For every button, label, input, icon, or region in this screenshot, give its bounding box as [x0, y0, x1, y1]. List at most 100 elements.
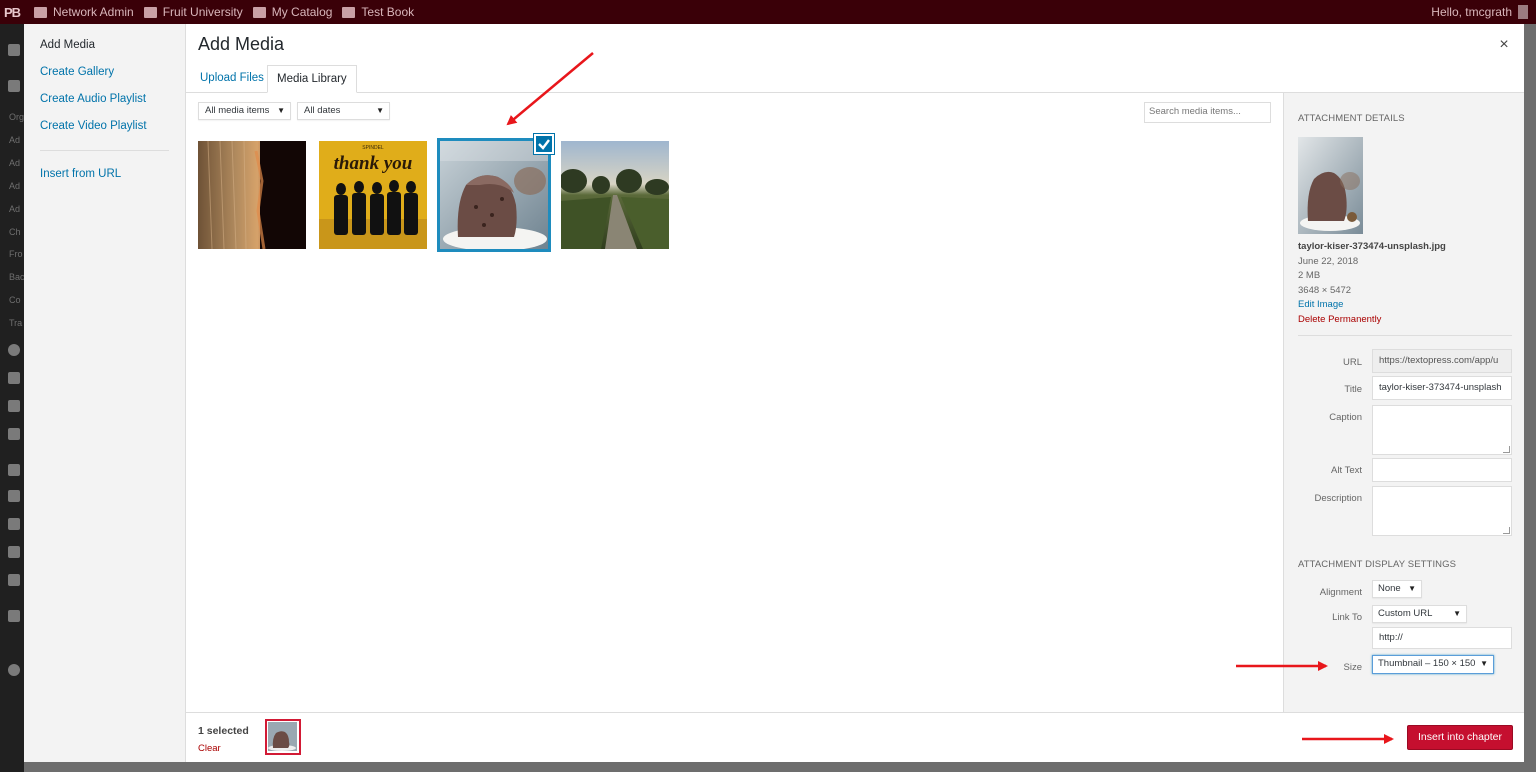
folder-icon: [252, 6, 266, 18]
menu-create-audio-playlist[interactable]: Create Audio Playlist: [24, 86, 185, 113]
wrench-icon[interactable]: [8, 546, 20, 558]
country-road-image: [561, 141, 669, 249]
admin-side-fragment: Bac: [9, 272, 25, 282]
search-input[interactable]: Search media items...: [1144, 102, 1271, 123]
attachment-country-road[interactable]: [561, 141, 669, 249]
attachment-sidebar: Attachment Details taylor-kiser-373474-u…: [1283, 93, 1524, 712]
menu-insert-from-url[interactable]: Insert from URL: [24, 161, 185, 188]
link-url-field[interactable]: http://: [1372, 627, 1512, 649]
admin-side-menu: Org Ad Ad Ad Ad Ch Fro Bac Co Tra: [0, 24, 25, 772]
link-to-label: Link To: [1332, 612, 1362, 623]
adminbar-network-admin[interactable]: Network Admin: [34, 5, 134, 19]
alt-text-field[interactable]: [1372, 458, 1512, 482]
appearance-icon[interactable]: [8, 464, 20, 476]
clear-selection-link[interactable]: Clear: [198, 743, 221, 754]
cake-selection-image: [268, 722, 297, 751]
attachment-wheat-sunset[interactable]: [198, 141, 306, 249]
adminbar-test-book[interactable]: Test Book: [342, 5, 414, 19]
edit-image-link[interactable]: Edit Image: [1298, 299, 1343, 310]
chevron-down-icon: ▼: [1408, 584, 1416, 593]
menu-create-gallery[interactable]: Create Gallery: [24, 59, 185, 86]
admin-bar: PB Network Admin Fruit University My Cat…: [0, 0, 1536, 24]
adminbar-test-book-label: Test Book: [361, 5, 415, 19]
book-icon: [342, 6, 356, 18]
collapse-icon[interactable]: [8, 664, 20, 676]
details-divider: [1298, 335, 1512, 336]
adminbar-my-catalog-label: My Catalog: [271, 5, 333, 19]
size-label: Size: [1343, 662, 1362, 673]
link-to-select[interactable]: Custom URL ▼: [1372, 605, 1467, 623]
description-field[interactable]: [1372, 486, 1512, 536]
alt-text-label: Alt Text: [1331, 465, 1362, 476]
dashboard-icon[interactable]: [8, 44, 20, 56]
export-icon[interactable]: [8, 400, 20, 412]
size-value: Thumbnail – 150 × 150: [1378, 658, 1476, 669]
size-select[interactable]: Thumbnail – 150 × 150 ▼: [1372, 655, 1494, 674]
menu-add-media[interactable]: Add Media: [24, 32, 185, 59]
date-filter[interactable]: All dates ▼: [297, 102, 390, 120]
plugins-icon[interactable]: [8, 490, 20, 502]
url-field[interactable]: https://textopress.com/app/u: [1372, 349, 1512, 373]
cake-preview-image: [1298, 137, 1363, 234]
settings-icon[interactable]: [8, 574, 20, 586]
adminbar-fruit-university[interactable]: Fruit University: [143, 5, 243, 19]
tools-icon[interactable]: [8, 372, 20, 384]
chevron-down-icon: ▼: [1453, 609, 1461, 618]
menu-separator: [40, 150, 169, 151]
selected-check-icon[interactable]: [534, 134, 554, 154]
description-label: Description: [1314, 493, 1362, 504]
chevron-down-icon: ▼: [277, 106, 285, 115]
selection-thumbnail[interactable]: [265, 719, 301, 755]
thank-you-image: SPINDEL thank you: [319, 141, 427, 249]
adminbar-network-admin-label: Network Admin: [53, 5, 134, 19]
title-field[interactable]: taylor-kiser-373474-unsplash: [1372, 376, 1512, 400]
attachment-dimensions: 3648 × 5472: [1298, 285, 1352, 296]
checkmark-icon: [538, 139, 550, 150]
adminbar-my-catalog[interactable]: My Catalog: [252, 5, 333, 19]
tab-upload-files[interactable]: Upload Files: [192, 65, 272, 93]
admin-side-fragment: Fro: [9, 249, 23, 259]
admin-side-fragment: Org: [9, 112, 25, 122]
adminbar-account[interactable]: Hello, tmcgrath: [1431, 5, 1528, 19]
media-type-filter[interactable]: All media items ▼: [198, 102, 291, 120]
attachment-preview: [1298, 137, 1363, 234]
avatar: [1518, 5, 1528, 19]
menu-create-video-playlist[interactable]: Create Video Playlist: [24, 113, 185, 140]
alignment-select[interactable]: None ▼: [1372, 580, 1422, 598]
wheat-sunset-image: [198, 141, 306, 249]
users-icon[interactable]: [8, 518, 20, 530]
media-type-filter-value: All media items: [205, 105, 270, 116]
modal-title: Add Media: [198, 34, 285, 54]
caption-label: Caption: [1329, 412, 1362, 423]
thank-you-small-text: SPINDEL: [362, 145, 384, 151]
link-to-value: Custom URL: [1378, 608, 1433, 619]
attachment-date: June 22, 2018: [1298, 256, 1359, 267]
admin-side-fragment: Ad: [9, 181, 21, 191]
admin-side-fragment: Ad: [9, 158, 21, 168]
attachment-filename: taylor-kiser-373474-unsplash.jpg: [1298, 241, 1446, 252]
close-icon[interactable]: ×: [1493, 34, 1515, 56]
adminbar-greeting: Hello, tmcgrath: [1431, 5, 1512, 19]
router-tabs: Upload Files Media Library: [186, 64, 1524, 93]
caption-field[interactable]: [1372, 405, 1512, 455]
thank-you-overlay-text: thank you: [334, 153, 413, 174]
info-icon[interactable]: [8, 344, 20, 356]
pressbooks-logo[interactable]: PB: [0, 5, 24, 20]
chevron-down-icon: ▼: [1480, 659, 1488, 668]
url-label: URL: [1342, 357, 1362, 368]
admin-side-fragment: Ad: [9, 135, 21, 145]
tab-media-library[interactable]: Media Library: [267, 65, 357, 93]
attachment-thank-you[interactable]: SPINDEL thank you: [319, 141, 427, 249]
alignment-label: Alignment: [1319, 587, 1362, 598]
network-menu-icon[interactable]: [8, 610, 20, 622]
book-menu-icon[interactable]: [8, 80, 20, 92]
attachment-filesize: 2 MB: [1298, 270, 1321, 281]
alignment-value: None: [1378, 583, 1401, 594]
attachment-taylor-kiser[interactable]: [437, 138, 551, 252]
date-filter-value: All dates: [304, 105, 341, 116]
admin-side-fragment: Ad: [9, 204, 21, 214]
publish-icon[interactable]: [8, 428, 20, 440]
media-toolbar-footer: 1 selected Clear Insert into chapter: [186, 712, 1524, 762]
delete-permanently-link[interactable]: Delete Permanently: [1298, 314, 1381, 325]
insert-into-chapter-button[interactable]: Insert into chapter: [1407, 725, 1513, 750]
